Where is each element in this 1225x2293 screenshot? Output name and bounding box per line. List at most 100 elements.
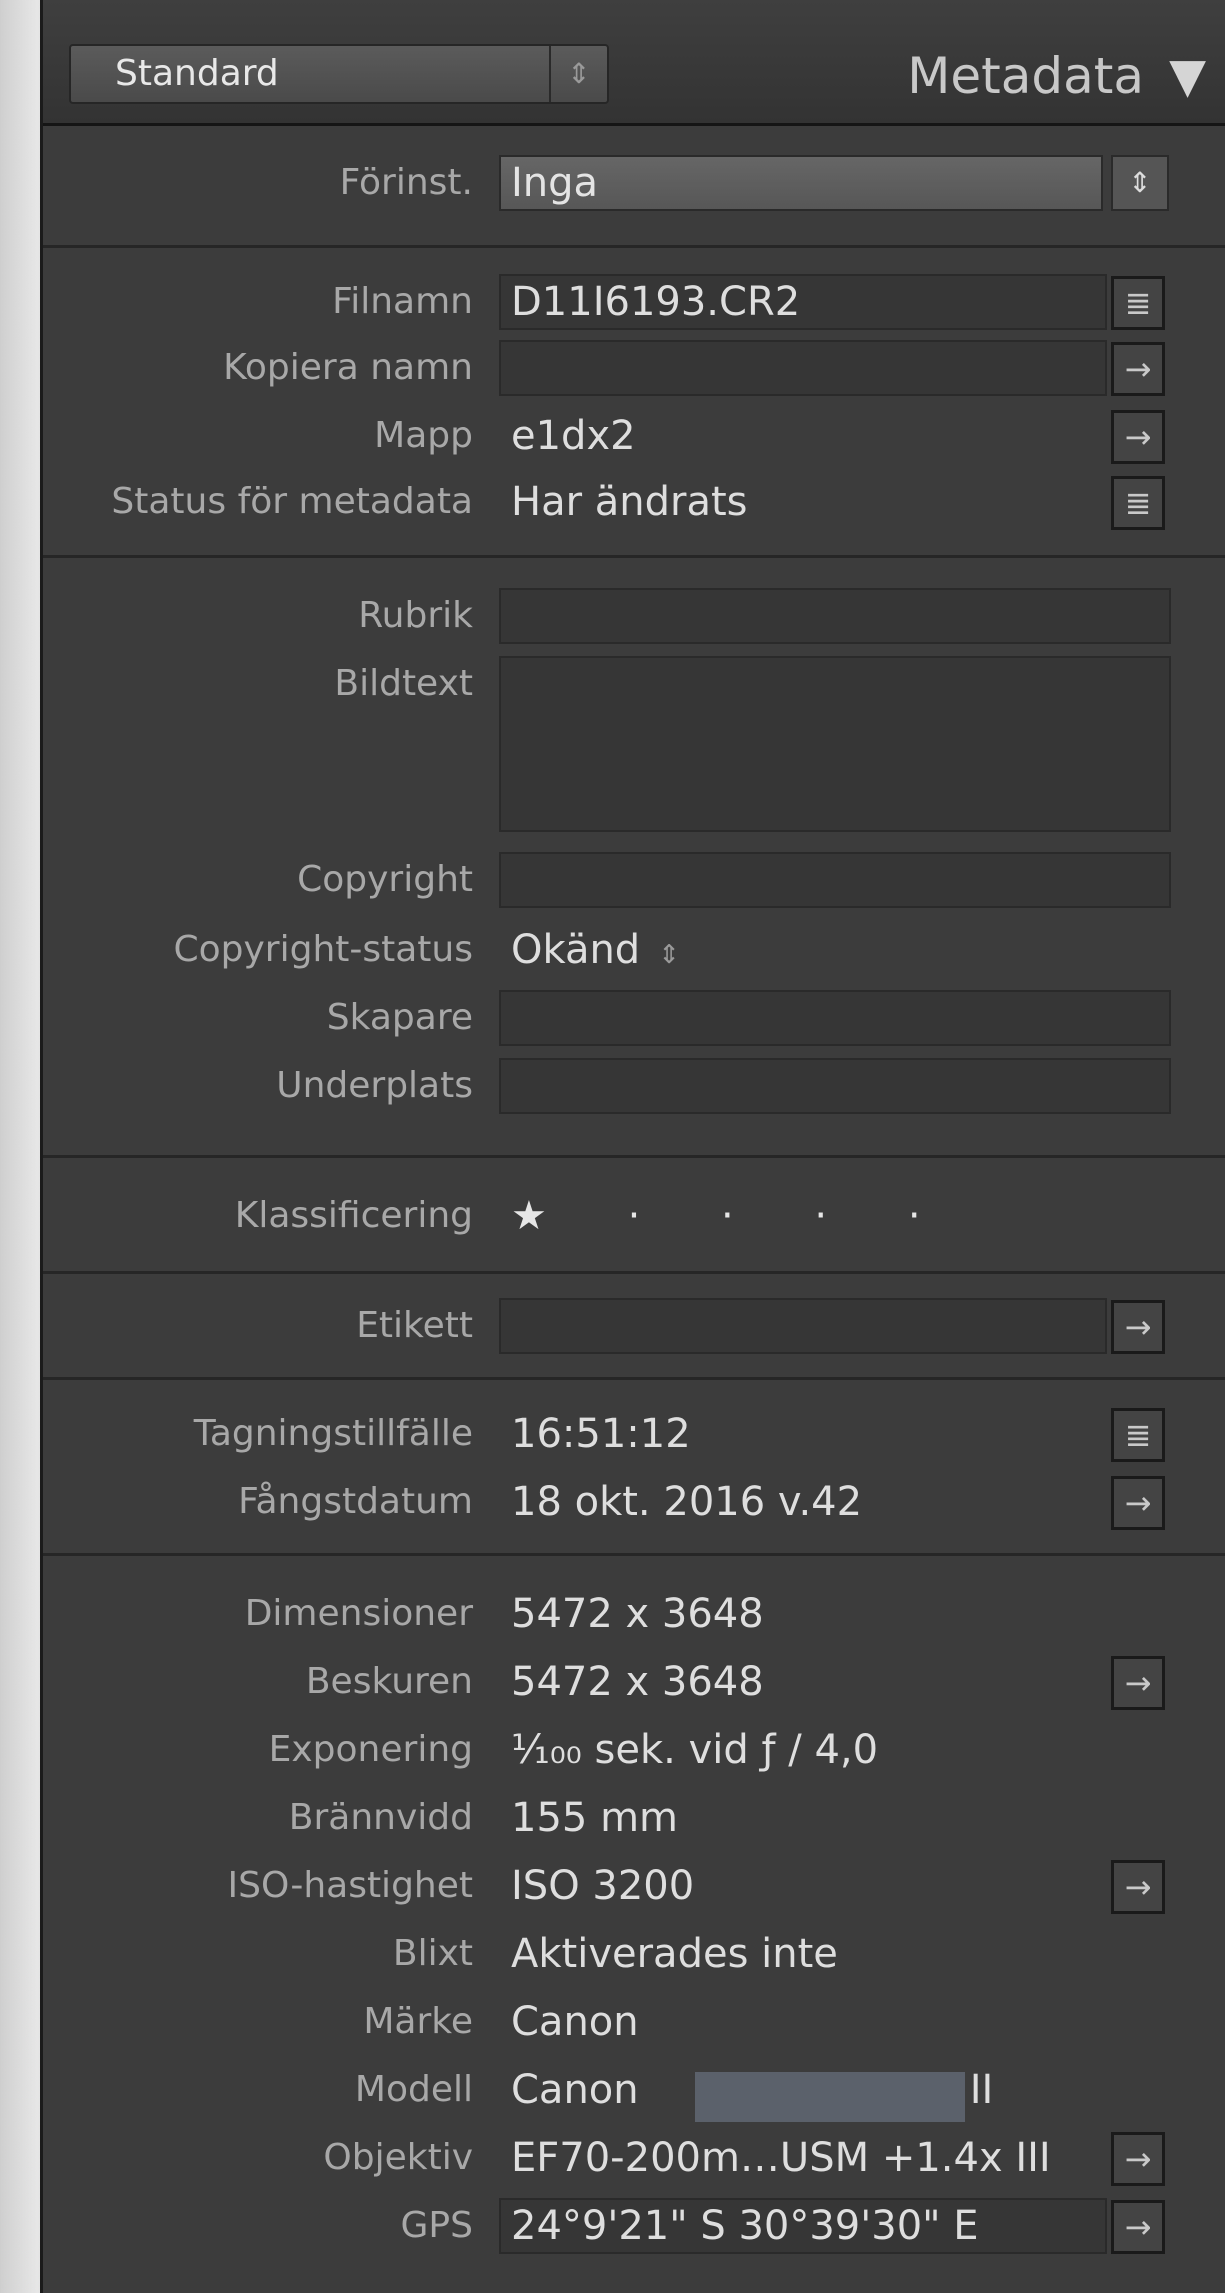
- preset-section: Förinst. Inga ⇕: [43, 126, 1225, 248]
- list-icon[interactable]: ≣: [1111, 476, 1165, 530]
- creator-label: Skapare: [326, 997, 473, 1038]
- metadata-status-value: Har ändrats: [511, 479, 748, 525]
- select-stepper-icon: ⇕: [549, 46, 607, 102]
- metadata-view-value: Standard: [115, 53, 279, 94]
- redaction-block: [695, 2072, 965, 2122]
- filename-row: Filnamn D11I6193.CR2 ≣: [43, 270, 1225, 334]
- arrow-icon[interactable]: →: [1111, 410, 1165, 464]
- capture-date-row: Fångstdatum 18 okt. 2016 v.42 →: [43, 1470, 1225, 1534]
- caption-field[interactable]: [499, 656, 1171, 832]
- flash-value: Aktiverades inte: [511, 1931, 838, 1977]
- sublocation-row: Underplats: [43, 1054, 1225, 1118]
- file-section: Filnamn D11I6193.CR2 ≣ Kopiera namn → Ma…: [43, 248, 1225, 558]
- focal-length-label: Brännvidd: [288, 1797, 473, 1838]
- headline-label: Rubrik: [358, 595, 473, 636]
- preset-label: Förinst.: [339, 162, 473, 203]
- iso-label: ISO-hastighet: [227, 1865, 473, 1906]
- iptc-section: Rubrik Bildtext Copyright Copyright-stat…: [43, 558, 1225, 1158]
- preset-stepper-icon[interactable]: ⇕: [1111, 155, 1169, 211]
- dimensions-label: Dimensioner: [244, 1593, 473, 1634]
- arrow-icon[interactable]: →: [1111, 2132, 1165, 2186]
- make-label: Märke: [363, 2001, 473, 2042]
- arrow-icon[interactable]: →: [1111, 1300, 1165, 1354]
- dates-section: Tagningstillfälle 16:51:12 ≣ Fångstdatum…: [43, 1380, 1225, 1556]
- rating-label: Klassificering: [234, 1195, 473, 1236]
- creator-field[interactable]: [499, 990, 1171, 1046]
- rating-row: Klassificering ★ · · · ·: [43, 1184, 1225, 1248]
- gps-value: 24°9'21" S 30°39'30" E: [511, 2203, 979, 2249]
- panel-title: Metadata: [907, 47, 1144, 105]
- caption-row: Bildtext: [43, 652, 1225, 832]
- copyright-status-value: Okänd: [511, 927, 641, 973]
- arrow-icon[interactable]: →: [1111, 2200, 1165, 2254]
- filename-field[interactable]: D11I6193.CR2: [499, 274, 1107, 330]
- sublocation-field[interactable]: [499, 1058, 1171, 1114]
- arrow-icon[interactable]: →: [1111, 1860, 1165, 1914]
- copyright-status-row: Copyright-status Okänd ⇕: [43, 918, 1225, 982]
- color-label-label: Etikett: [356, 1305, 473, 1346]
- exposure-value: ¹⁄₁₀₀ sek. vid ƒ / 4,0: [511, 1727, 879, 1773]
- copyright-status-select[interactable]: Okänd ⇕: [511, 918, 680, 987]
- preset-row: Förinst. Inga ⇕: [43, 151, 1225, 215]
- stepper-icon: ⇕: [658, 940, 680, 970]
- gps-row: GPS 24°9'21" S 30°39'30" E →: [43, 2194, 1225, 2258]
- copyright-field[interactable]: [499, 852, 1171, 908]
- color-label-field[interactable]: [499, 1298, 1107, 1354]
- iso-row: ISO-hastighet ISO 3200 →: [43, 1854, 1225, 1918]
- preset-select[interactable]: Inga: [499, 155, 1103, 211]
- capture-time-value: 16:51:12: [511, 1411, 691, 1457]
- headline-field[interactable]: [499, 588, 1171, 644]
- dimensions-row: Dimensioner 5472 x 3648: [43, 1582, 1225, 1646]
- flash-row: Blixt Aktiverades inte: [43, 1922, 1225, 1986]
- capture-time-row: Tagningstillfälle 16:51:12 ≣: [43, 1402, 1225, 1466]
- iso-value: ISO 3200: [511, 1863, 695, 1909]
- color-label-row: Etikett →: [43, 1294, 1225, 1358]
- preset-value: Inga: [511, 160, 599, 206]
- capture-date-label: Fångstdatum: [238, 1481, 473, 1522]
- creator-row: Skapare: [43, 986, 1225, 1050]
- rating-section: Klassificering ★ · · · ·: [43, 1158, 1225, 1274]
- arrow-icon[interactable]: →: [1111, 1476, 1165, 1530]
- capture-time-label: Tagningstillfälle: [193, 1413, 473, 1454]
- metadata-view-select[interactable]: Standard ⇕: [69, 44, 609, 104]
- cropped-label: Beskuren: [305, 1661, 473, 1702]
- copy-name-field[interactable]: [499, 340, 1107, 396]
- caption-label: Bildtext: [334, 663, 473, 704]
- lens-label: Objektiv: [323, 2137, 473, 2178]
- capture-date-value: 18 okt. 2016 v.42: [511, 1479, 863, 1525]
- folder-label: Mapp: [374, 415, 473, 456]
- lens-value: EF70-200m…USM +1.4x III: [511, 2135, 1051, 2181]
- filename-label: Filnamn: [332, 281, 473, 322]
- make-row: Märke Canon: [43, 1990, 1225, 2054]
- collapse-triangle-icon[interactable]: ▼: [1169, 48, 1206, 104]
- flash-label: Blixt: [392, 1933, 473, 1974]
- sublocation-label: Underplats: [276, 1065, 473, 1106]
- copy-name-label: Kopiera namn: [223, 347, 473, 388]
- gps-label: GPS: [400, 2205, 473, 2246]
- make-value: Canon: [511, 1999, 639, 2045]
- focal-length-row: Brännvidd 155 mm: [43, 1786, 1225, 1850]
- label-section: Etikett →: [43, 1274, 1225, 1380]
- cropped-row: Beskuren 5472 x 3648 →: [43, 1650, 1225, 1714]
- headline-row: Rubrik: [43, 584, 1225, 648]
- cropped-value: 5472 x 3648: [511, 1659, 764, 1705]
- metadata-status-row: Status för metadata Har ändrats ≣: [43, 470, 1225, 534]
- arrow-icon[interactable]: →: [1111, 342, 1165, 396]
- metadata-panel: Standard ⇕ Metadata ▼ Förinst. Inga ⇕ Fi…: [40, 0, 1225, 2293]
- model-row: Modell Canon ark II: [43, 2058, 1225, 2122]
- lens-row: Objektiv EF70-200m…USM +1.4x III →: [43, 2126, 1225, 2190]
- metadata-status-label: Status för metadata: [111, 481, 473, 522]
- copyright-row: Copyright: [43, 848, 1225, 912]
- model-label: Modell: [354, 2069, 473, 2110]
- list-icon[interactable]: ≣: [1111, 276, 1165, 330]
- star-rating[interactable]: ★ · · · ·: [511, 1184, 955, 1248]
- gps-field[interactable]: 24°9'21" S 30°39'30" E: [499, 2198, 1107, 2254]
- filename-value: D11I6193.CR2: [511, 279, 801, 325]
- copyright-label: Copyright: [297, 859, 473, 900]
- list-icon[interactable]: ≣: [1111, 1408, 1165, 1462]
- panel-header: Standard ⇕ Metadata ▼: [43, 0, 1225, 126]
- exposure-label: Exponering: [268, 1729, 473, 1770]
- folder-row: Mapp e1dx2 →: [43, 404, 1225, 468]
- arrow-icon[interactable]: →: [1111, 1656, 1165, 1710]
- copy-name-row: Kopiera namn →: [43, 336, 1225, 400]
